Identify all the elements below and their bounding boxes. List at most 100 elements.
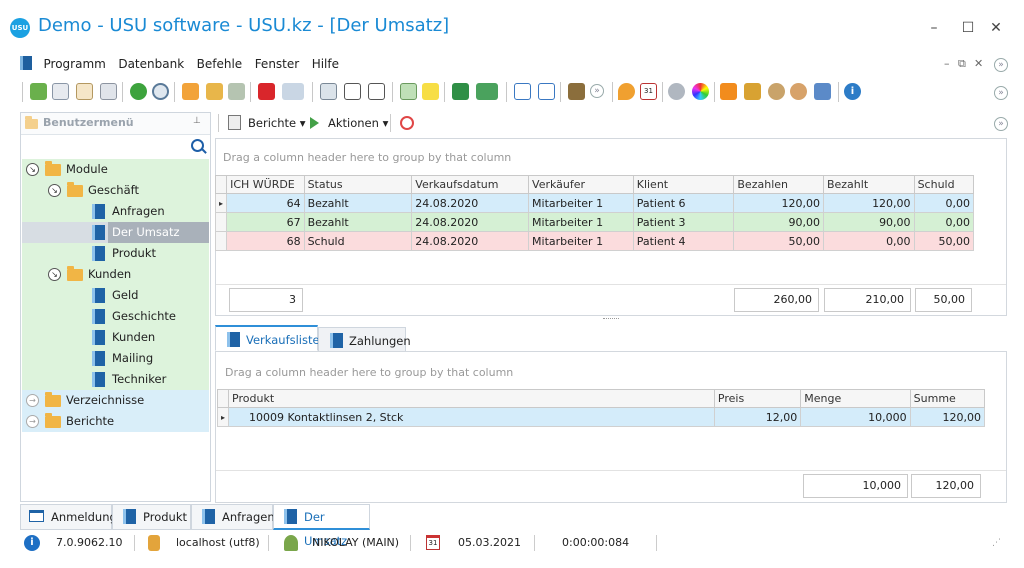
column-header[interactable]: Menge <box>800 389 911 408</box>
menu-hilfe[interactable]: Hilfe <box>312 54 339 74</box>
info-icon[interactable]: i <box>844 83 861 100</box>
table-cell[interactable]: 12,00 <box>713 407 802 427</box>
calendar-icon[interactable]: 31 <box>640 83 657 100</box>
window-tab-anmeldung[interactable]: Anmeldung <box>20 504 117 530</box>
menu-datenbank[interactable]: Datenbank <box>118 54 184 74</box>
add-row-icon[interactable] <box>400 83 417 100</box>
tree-item[interactable]: Mailing <box>22 348 209 369</box>
table-cell[interactable]: 0,00 <box>913 212 975 232</box>
search-icon[interactable] <box>152 83 169 100</box>
tree-item[interactable]: ↘ Geschäft <box>22 180 209 201</box>
table-cell[interactable]: 24.08.2020 <box>411 212 530 232</box>
filter-icon[interactable] <box>182 83 199 100</box>
table-cell[interactable]: 64 <box>226 193 305 213</box>
table-row[interactable]: ▸ 10009 Kontaktlinsen 2, Stck 12,00 10,000 1… <box>216 407 986 427</box>
mdi-minimize-button[interactable]: – <box>944 57 950 70</box>
row-indicator[interactable] <box>214 231 228 251</box>
column-header[interactable]: Bezahlt <box>822 175 915 194</box>
menu-programm[interactable]: Programm <box>44 54 106 74</box>
table-cell[interactable]: Bezahlt <box>303 193 413 213</box>
row-indicator[interactable]: ▸ <box>214 193 228 213</box>
table-cell[interactable]: Patient 6 <box>632 193 735 213</box>
column-header[interactable]: Schuld <box>913 175 975 194</box>
table-cell[interactable]: Bezahlt <box>303 212 413 232</box>
gear-icon[interactable] <box>668 83 685 100</box>
location-icon[interactable] <box>618 83 635 100</box>
table-cell[interactable]: Mitarbeiter 1 <box>528 212 634 232</box>
window-close-icon[interactable] <box>538 83 555 100</box>
table-cell[interactable]: 0,00 <box>822 231 915 251</box>
table-cell[interactable]: 50,00 <box>913 231 975 251</box>
table-cell[interactable]: 50,00 <box>733 231 824 251</box>
collapse-icon[interactable]: ↘ <box>48 268 61 281</box>
filter-clear-icon[interactable] <box>206 83 223 100</box>
column-header[interactable]: ICH WÜRDE <box>226 175 305 194</box>
tree-item[interactable]: Der Umsatz <box>22 222 209 243</box>
tree-item[interactable]: → Berichte <box>22 411 209 432</box>
expand-icon[interactable]: → <box>26 394 39 407</box>
table-row[interactable]: 67 Bezahlt 24.08.2020 Mitarbeiter 1 Patient … <box>214 212 975 232</box>
close-button[interactable]: ✕ <box>984 18 1008 38</box>
tree-item[interactable]: Geschichte <box>22 306 209 327</box>
tab-zahlungen[interactable]: Zahlungen <box>318 327 411 353</box>
collapse-icon[interactable]: ↘ <box>48 184 61 197</box>
row-indicator[interactable]: ▸ <box>216 407 230 427</box>
excel-export-icon[interactable] <box>452 83 469 100</box>
window-tab-produkt[interactable]: Produkt <box>112 504 191 530</box>
tree-item[interactable]: Geld <box>22 285 209 306</box>
table-cell[interactable]: 0,00 <box>913 193 975 213</box>
resize-grip-icon[interactable]: ⋰ <box>992 535 1001 551</box>
delete-icon[interactable] <box>100 83 117 100</box>
mdi-close-button[interactable]: ✕ <box>974 57 983 70</box>
menu-befehle[interactable]: Befehle <box>197 54 243 74</box>
flag-icon[interactable] <box>258 83 275 100</box>
mdi-restore-button[interactable]: ⧉ <box>958 57 966 71</box>
table-cell[interactable]: 90,00 <box>822 212 915 232</box>
edit-icon[interactable] <box>76 83 93 100</box>
table-cell[interactable]: 120,00 <box>733 193 824 213</box>
table-cell[interactable]: 24.08.2020 <box>411 231 530 251</box>
collapse-all-icon[interactable] <box>368 83 385 100</box>
refresh-icon[interactable] <box>30 83 47 100</box>
tree-item[interactable]: Anfragen <box>22 201 209 222</box>
expand-all-icon[interactable] <box>344 83 361 100</box>
table-cell[interactable]: 120,00 <box>909 407 986 427</box>
tree-item[interactable]: Produkt <box>22 243 209 264</box>
users-icon[interactable] <box>790 83 807 100</box>
table-row[interactable]: 68 Schuld 24.08.2020 Mitarbeiter 1 Patient 4… <box>214 231 975 251</box>
table-cell[interactable]: 68 <box>226 231 305 251</box>
column-header[interactable]: Klient <box>632 175 735 194</box>
pen-icon[interactable] <box>814 83 831 100</box>
table-cell[interactable]: 120,00 <box>822 193 915 213</box>
menu-overflow-icon[interactable]: » <box>994 58 1008 72</box>
panel-overflow-icon[interactable]: » <box>994 117 1008 131</box>
toolbar-overflow-icon[interactable]: » <box>994 86 1008 100</box>
tree-item[interactable]: Techniker <box>22 369 209 390</box>
tree-item[interactable]: Kunden <box>22 327 209 348</box>
table-cell[interactable]: 90,00 <box>733 212 824 232</box>
rss-icon[interactable] <box>720 83 737 100</box>
window-tab-anfragen[interactable]: Anfragen <box>191 504 275 530</box>
tab-verkaufsliste[interactable]: Verkaufsliste <box>215 325 320 351</box>
column-header[interactable]: Verkäufer <box>528 175 634 194</box>
table-row[interactable]: ▸ 64 Bezahlt 24.08.2020 Mitarbeiter 1 Patient… <box>214 193 975 213</box>
exit-icon[interactable] <box>568 83 585 100</box>
color-wheel-icon[interactable] <box>692 83 709 100</box>
row-indicator[interactable] <box>214 212 228 232</box>
window-tab-der-umsatz[interactable]: Der Umsatz <box>273 504 370 548</box>
actions-dropdown[interactable]: Aktionen ▾ <box>328 116 388 130</box>
sync-icon[interactable] <box>130 83 147 100</box>
column-header[interactable]: Verkaufsdatum <box>411 175 530 194</box>
reports-dropdown[interactable]: Berichte ▾ <box>248 116 306 130</box>
table-cell[interactable]: Patient 3 <box>632 212 735 232</box>
tree-item[interactable]: ↘ Kunden <box>22 264 209 285</box>
table-cell[interactable]: Schuld <box>303 231 413 251</box>
new-window-icon[interactable] <box>514 83 531 100</box>
column-header[interactable]: Preis <box>713 389 802 408</box>
table-cell[interactable]: 24.08.2020 <box>411 193 530 213</box>
splitter-handle[interactable] <box>603 318 619 320</box>
table-cell[interactable]: Mitarbeiter 1 <box>528 193 634 213</box>
image-dropdown-icon[interactable] <box>282 83 304 100</box>
table-cell[interactable]: 10,000 <box>800 407 911 427</box>
column-header[interactable]: Produkt <box>228 389 715 408</box>
